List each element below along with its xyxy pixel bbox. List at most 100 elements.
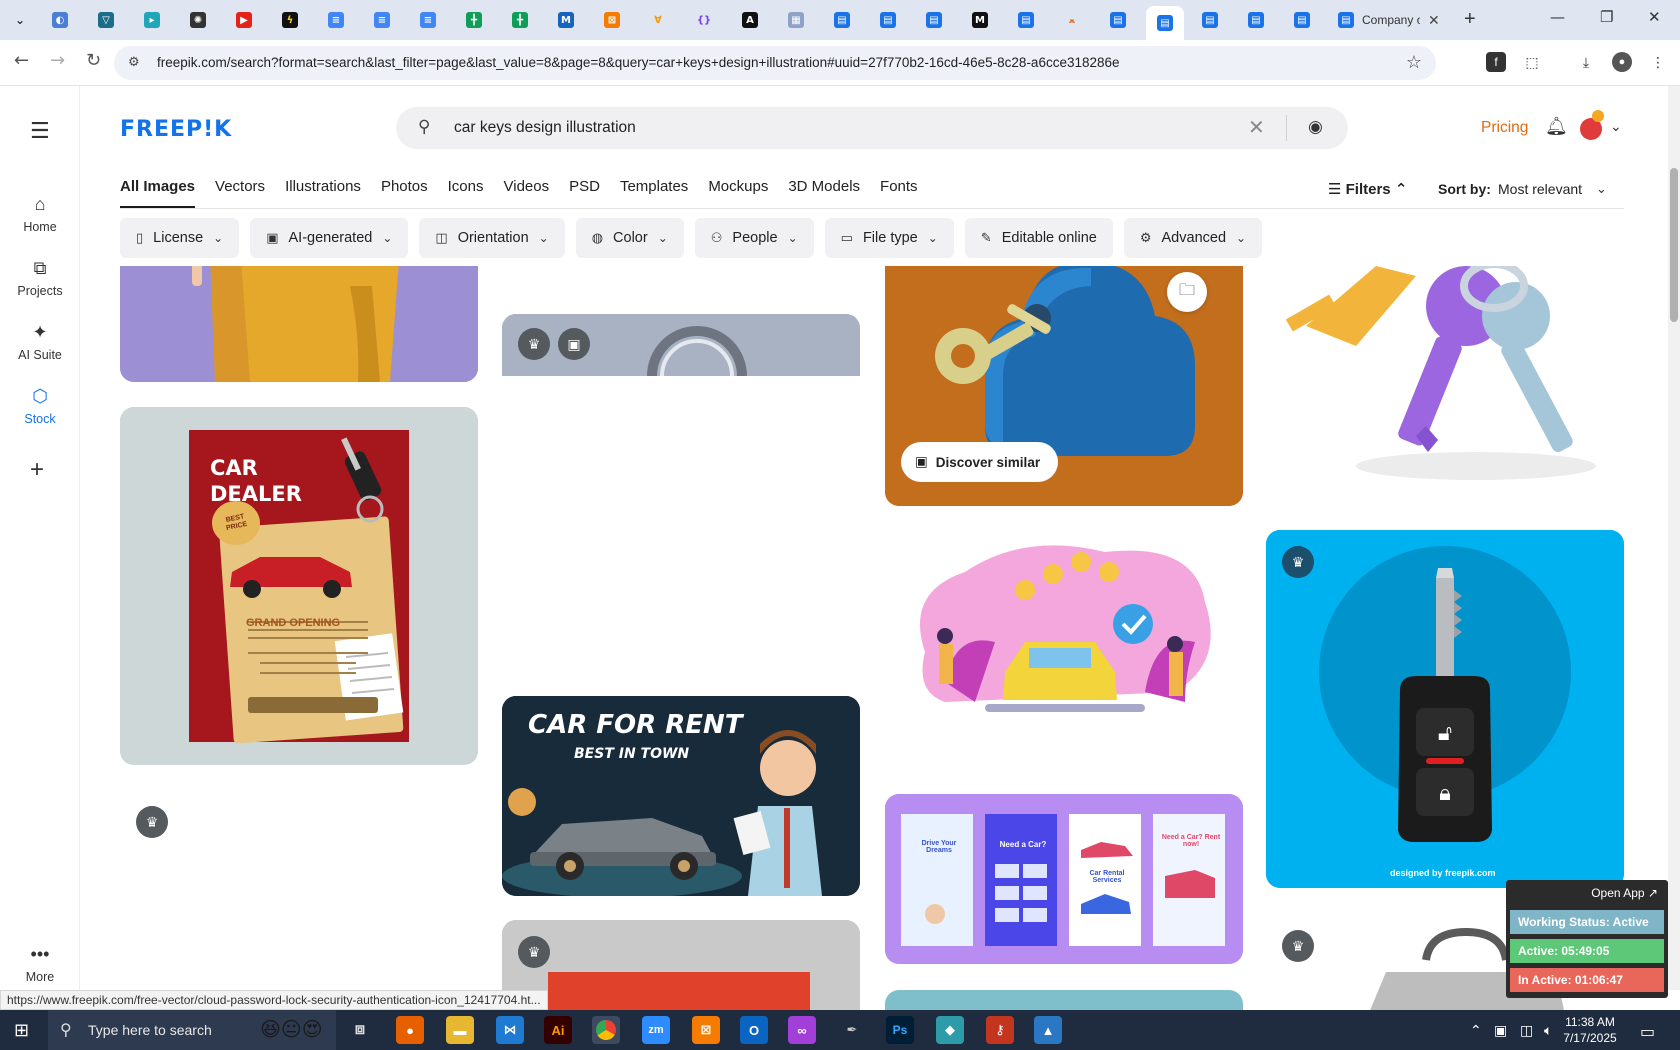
tab[interactable]: ≡ bbox=[320, 6, 352, 34]
image-card-teal-partial[interactable] bbox=[885, 990, 1243, 1010]
image-card-car-dealer[interactable]: CAR DEALER BEST PRICE GRAND OPENING bbox=[120, 407, 478, 765]
camera-search-icon[interactable]: ◉ bbox=[1308, 117, 1323, 137]
app-icon[interactable]: ◆ bbox=[936, 1016, 964, 1044]
tab[interactable]: ▤ bbox=[826, 6, 858, 34]
tab[interactable]: M bbox=[550, 6, 582, 34]
freepik-logo[interactable]: FREEP!K bbox=[120, 117, 232, 142]
new-tab-button[interactable]: + bbox=[1464, 8, 1476, 31]
tab-active[interactable]: ▤ bbox=[1146, 6, 1184, 40]
tab-icons[interactable]: Icons bbox=[448, 178, 484, 208]
tab[interactable]: M bbox=[964, 6, 996, 34]
outlook-icon[interactable]: O bbox=[740, 1016, 768, 1044]
image-card-3d-keys[interactable] bbox=[1266, 266, 1624, 486]
premium-crown-badge[interactable]: ♛ bbox=[1282, 546, 1314, 578]
download-icon[interactable]: ⤓ bbox=[1576, 52, 1596, 72]
notifications-icon[interactable]: ▭ bbox=[1640, 1022, 1655, 1042]
rail-item-more[interactable]: ••• More bbox=[0, 944, 80, 984]
tab[interactable]: ﻌ bbox=[1056, 6, 1088, 34]
xampp-icon[interactable]: ⊠ bbox=[692, 1016, 720, 1044]
tab[interactable]: ϟ bbox=[274, 6, 306, 34]
site-info-icon[interactable]: ⚙ bbox=[128, 54, 140, 70]
chrome-icon[interactable] bbox=[592, 1016, 620, 1044]
tab-3d-models[interactable]: 3D Models bbox=[788, 178, 860, 208]
search-input[interactable] bbox=[454, 115, 1234, 141]
rail-item-home[interactable]: ⌂ Home bbox=[0, 194, 80, 234]
file-type-filter[interactable]: ▭ File type ⌄ bbox=[824, 218, 954, 258]
image-card-car-for-rent[interactable]: CAR FOR RENT BEST IN TOWN bbox=[502, 696, 860, 896]
license-filter[interactable]: ▯ License ⌄ bbox=[120, 218, 240, 258]
tab[interactable]: ▽ bbox=[90, 6, 122, 34]
minimize-button[interactable]: — bbox=[1550, 8, 1565, 26]
bell-icon[interactable]: 🔔︎ bbox=[1545, 116, 1568, 137]
tab[interactable]: ◐ bbox=[44, 6, 76, 34]
illustrator-icon[interactable]: Ai bbox=[544, 1016, 572, 1044]
photoshop-icon[interactable]: Ps bbox=[886, 1016, 914, 1044]
open-app-link[interactable]: Open App ↗ bbox=[1591, 886, 1658, 900]
color-filter[interactable]: ◍ Color ⌄ bbox=[575, 218, 684, 258]
tab[interactable]: ∀ bbox=[642, 6, 674, 34]
tray-chevron-icon[interactable]: ⌃ bbox=[1470, 1022, 1482, 1039]
tab-templates[interactable]: Templates bbox=[620, 178, 688, 208]
tab[interactable]: ⊠ bbox=[596, 6, 628, 34]
chevron-down-icon[interactable]: ⌄ bbox=[1596, 181, 1607, 197]
font-extension-icon[interactable]: f bbox=[1486, 52, 1506, 72]
tab-psd[interactable]: PSD bbox=[569, 178, 600, 208]
zoom-icon[interactable]: zm bbox=[642, 1016, 670, 1044]
tab[interactable]: ≡ bbox=[366, 6, 398, 34]
firefox-icon[interactable]: ● bbox=[396, 1016, 424, 1044]
image-card-cloud-key[interactable]: 🗀 ▣ Discover similar bbox=[885, 266, 1243, 506]
creative-cloud-icon[interactable]: ∞ bbox=[788, 1016, 816, 1044]
tab-vectors[interactable]: Vectors bbox=[215, 178, 265, 208]
url-text[interactable]: freepik.com/search?format=search&last_fi… bbox=[157, 55, 1397, 70]
advanced-filter[interactable]: ⚙ Advanced ⌄ bbox=[1123, 218, 1263, 258]
add-icon[interactable]: + bbox=[30, 456, 44, 484]
pen-tool-icon[interactable]: ✒ bbox=[838, 1016, 866, 1044]
hamburger-menu-icon[interactable]: ☰ bbox=[30, 118, 50, 144]
tab[interactable]: ▤ bbox=[872, 6, 904, 34]
premium-crown-badge[interactable]: ♛ bbox=[136, 806, 168, 838]
close-window-button[interactable]: ✕ bbox=[1648, 8, 1661, 26]
image-card-red-partial[interactable]: ♛ bbox=[502, 920, 860, 1010]
tab[interactable]: ▤ bbox=[1240, 6, 1272, 34]
pricing-link[interactable]: Pricing bbox=[1481, 119, 1528, 137]
rail-item-stock[interactable]: ⬡ Stock bbox=[0, 386, 80, 426]
tab-search-button[interactable]: ⌄ bbox=[4, 6, 36, 34]
tab[interactable]: ▸ bbox=[136, 6, 168, 34]
chevron-down-icon[interactable]: ⌄ bbox=[1610, 118, 1622, 135]
tab[interactable]: ▤ bbox=[1102, 6, 1134, 34]
image-card-woman-keys[interactable] bbox=[120, 266, 478, 382]
app-icon[interactable]: ▲ bbox=[1034, 1016, 1062, 1044]
tab[interactable]: ▤ bbox=[918, 6, 950, 34]
tab-photos[interactable]: Photos bbox=[381, 178, 428, 208]
tab[interactable]: ╋ bbox=[458, 6, 490, 34]
premium-crown-badge[interactable]: ♛ bbox=[518, 328, 550, 360]
taskbar-clock[interactable]: 11:38 AM 7/17/2025 bbox=[1550, 1014, 1630, 1046]
tab[interactable]: ✺ bbox=[182, 6, 214, 34]
image-card-car-key-fob[interactable]: 🔓︎ 🔒︎ ♛ designed by freepik.com bbox=[1266, 530, 1624, 888]
tab-all-images[interactable]: All Images bbox=[120, 178, 196, 208]
omnibox[interactable]: ⚙ freepik.com/search?format=search&last_… bbox=[114, 46, 1436, 80]
image-card-rental-stories[interactable]: Drive Your Dreams Need a Car? Car Rental… bbox=[885, 794, 1243, 964]
sort-select[interactable]: Most relevant bbox=[1498, 181, 1582, 197]
tab-company[interactable]: ▤ Company o ✕ bbox=[1332, 6, 1442, 34]
reload-button[interactable]: ↻ bbox=[86, 50, 101, 71]
bookmark-star-icon[interactable]: ☆ bbox=[1406, 52, 1422, 73]
browser-menu-icon[interactable]: ⋮ bbox=[1648, 52, 1668, 72]
tab-videos[interactable]: Videos bbox=[504, 178, 550, 208]
ai-generated-filter[interactable]: ▣ AI-generated ⌄ bbox=[250, 218, 409, 258]
forward-button[interactable]: → bbox=[50, 50, 65, 71]
editable-online-filter[interactable]: ✎ Editable online bbox=[964, 218, 1113, 258]
premium-crown-badge[interactable]: ♛ bbox=[518, 936, 550, 968]
tab[interactable]: ▤ bbox=[1194, 6, 1226, 34]
app-icon[interactable]: ⚷ bbox=[986, 1016, 1014, 1044]
ai-generated-badge[interactable]: ▣ bbox=[558, 328, 590, 360]
rail-item-ai-suite[interactable]: ✦ AI Suite bbox=[0, 322, 80, 362]
network-icon[interactable]: ◫ bbox=[1520, 1022, 1533, 1039]
clear-search-icon[interactable]: ✕ bbox=[1248, 115, 1265, 140]
tab[interactable]: ▤ bbox=[1010, 6, 1042, 34]
tab-illustrations[interactable]: Illustrations bbox=[285, 178, 361, 208]
taskbar-search[interactable]: ⚲ Type here to search 😆😐😍 bbox=[48, 1010, 336, 1050]
image-card-lock-partial[interactable]: ♛ ▣ bbox=[502, 314, 860, 376]
tray-app-icon[interactable]: ▣ bbox=[1494, 1022, 1507, 1039]
restore-button[interactable]: ❐ bbox=[1600, 8, 1613, 26]
